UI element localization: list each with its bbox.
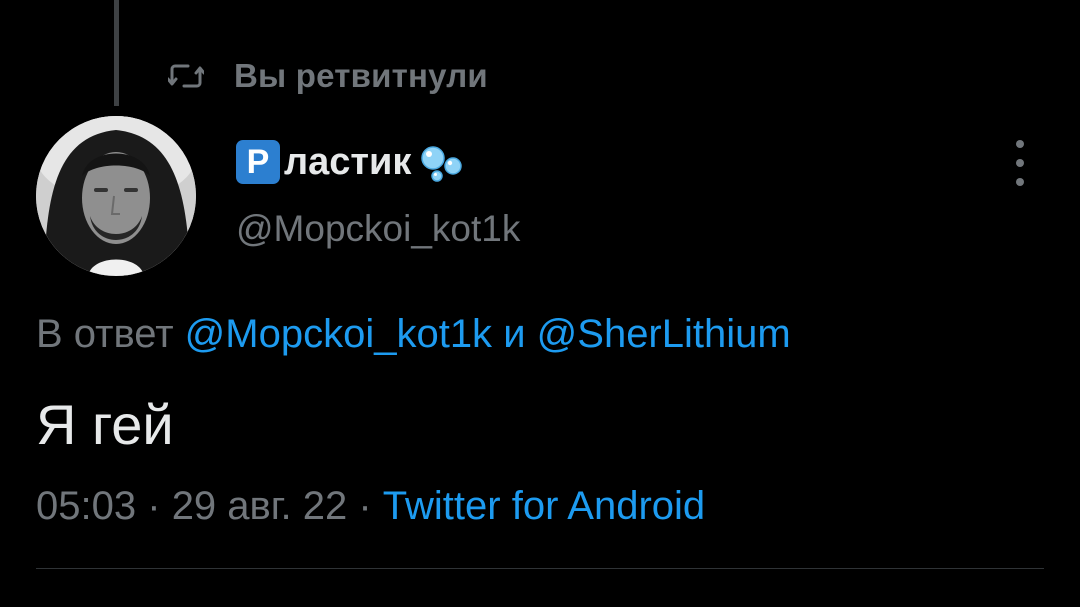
meta-separator: ·: [147, 484, 161, 528]
divider: [36, 568, 1044, 569]
more-options-button[interactable]: [1004, 140, 1036, 186]
reply-to-line: В ответ @Mopckoi_kot1k и @SherLithium: [36, 312, 791, 357]
reply-prefix: В ответ: [36, 312, 174, 356]
retweet-label: Вы ретвитнули: [234, 57, 488, 94]
retweet-icon: [168, 57, 206, 95]
mention-link-2[interactable]: @SherLithium: [537, 312, 791, 356]
avatar[interactable]: [36, 116, 196, 276]
author-handle[interactable]: @Mopckoi_kot1k: [236, 208, 520, 250]
tweet-text: Я гей: [36, 393, 174, 456]
tweet-time[interactable]: 05:03: [36, 484, 136, 528]
reply-conjunction: и: [503, 312, 526, 356]
mention-link-1[interactable]: @Mopckoi_kot1k: [185, 312, 492, 356]
more-vertical-icon: [1016, 140, 1024, 148]
retweet-indicator: Вы ретвитнули: [168, 54, 488, 98]
tweet-source-link[interactable]: Twitter for Android: [383, 484, 705, 528]
parking-badge-icon: P: [236, 140, 280, 184]
tweet-date[interactable]: 29 авг. 22: [172, 484, 348, 528]
thread-connector-line: [114, 0, 119, 106]
tweet-meta: 05:03 · 29 авг. 22 · Twitter for Android: [36, 484, 705, 529]
author-name-text: ластик: [284, 140, 412, 183]
bubbles-icon: [415, 140, 467, 184]
meta-separator: ·: [358, 484, 372, 528]
author-display-name[interactable]: P ластик: [236, 138, 467, 186]
